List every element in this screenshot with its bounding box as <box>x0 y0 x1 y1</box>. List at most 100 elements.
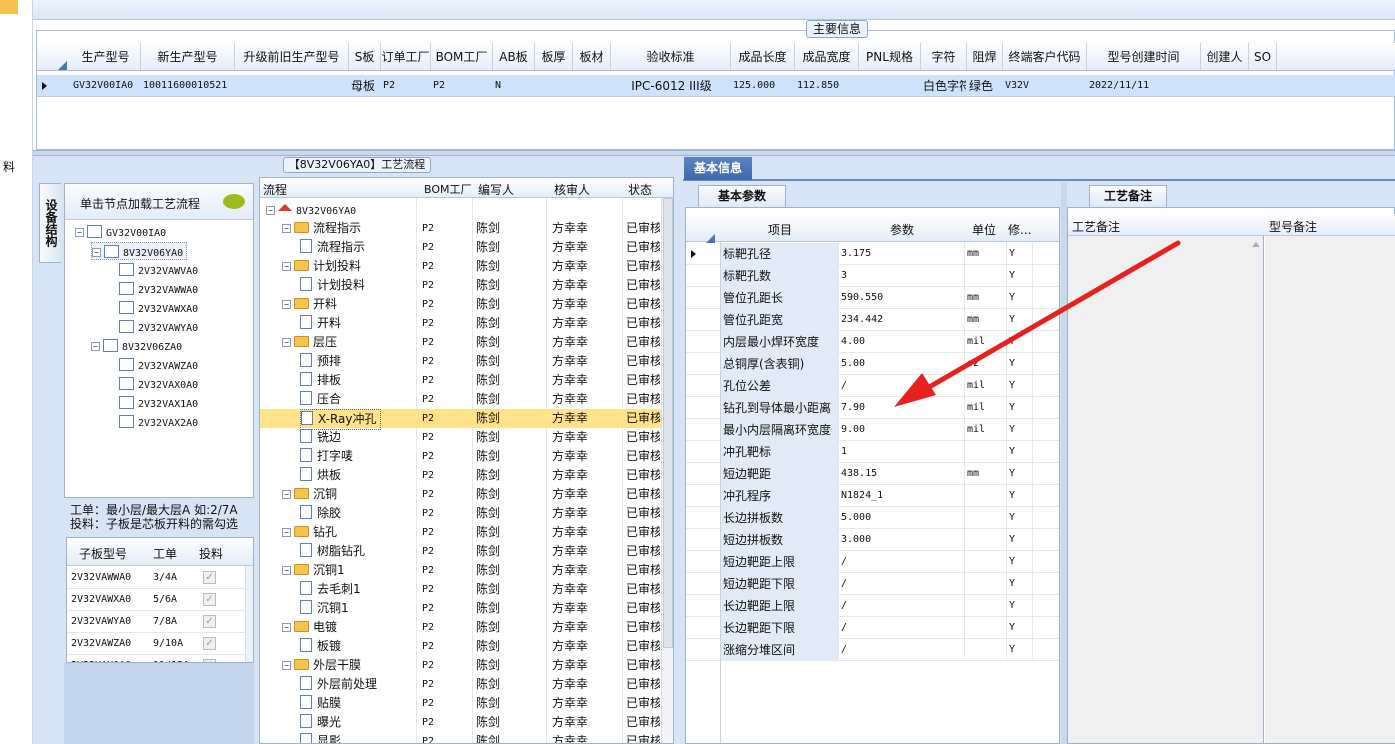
flow-row[interactable]: − 外层干膜 P2 陈剑 方幸幸 已审核 <box>260 656 661 675</box>
tab-process-remarks[interactable]: 工艺备注 <box>1089 185 1167 207</box>
flow-row[interactable]: 排板 P2 陈剑 方幸幸 已审核 <box>260 371 661 390</box>
param-row[interactable]: 涨缩分堆区间 / Y <box>686 639 1059 661</box>
collapse-icon[interactable]: − <box>91 342 100 351</box>
param-row[interactable]: 短边靶距下限 / Y <box>686 573 1059 595</box>
tree-node[interactable]: − 8V32V06YA0 <box>91 242 188 260</box>
collapse-icon[interactable]: − <box>282 490 291 499</box>
grid-row-cell[interactable]: P2 <box>383 75 430 96</box>
side-tab-device-structure[interactable]: 设备结构 <box>39 183 61 263</box>
collapse-icon[interactable]: − <box>282 224 291 233</box>
flow-row[interactable]: 去毛刺1 P2 陈剑 方幸幸 已审核 <box>260 580 661 599</box>
tree-node[interactable]: 2V32VAWWA0 <box>107 280 198 298</box>
flow-row[interactable]: − 层压 P2 陈剑 方幸幸 已审核 <box>260 333 661 352</box>
grid-header-cell[interactable]: 升级前旧生产型号 <box>235 43 349 70</box>
flow-row[interactable]: − 钻孔 P2 陈剑 方幸幸 已审核 <box>260 523 661 542</box>
tree-node[interactable]: 2V32VAWZA0 <box>107 356 198 374</box>
grid-row-cell[interactable]: 2022/11/11 <box>1089 75 1200 96</box>
collapse-icon[interactable]: − <box>282 338 291 347</box>
grid-header-cell[interactable]: 生产型号 <box>71 43 141 70</box>
flow-row[interactable]: − 开料 P2 陈剑 方幸幸 已审核 <box>260 295 661 314</box>
grid-header-cell[interactable]: SO <box>1249 43 1277 70</box>
param-row[interactable]: 短边拼板数 3.000 Y <box>686 529 1059 551</box>
collapse-icon[interactable]: − <box>282 262 291 271</box>
grid-header-cell[interactable]: 订单工厂 <box>381 43 431 70</box>
grid-row-cell[interactable]: P2 <box>433 75 492 96</box>
tree-node[interactable]: 2V32VAWYA0 <box>107 318 198 336</box>
tree-node[interactable]: 2V32VAX1A0 <box>107 394 198 412</box>
grid-header-cell[interactable]: 阻焊 <box>967 43 1003 70</box>
grid-row-cell[interactable] <box>537 75 572 96</box>
grid-row-cell[interactable] <box>575 75 610 96</box>
param-row[interactable]: 长边靶距下限 / Y <box>686 617 1059 639</box>
grid-header-cell[interactable]: 成品宽度 <box>795 43 859 70</box>
grid-header-cell[interactable]: 字符 <box>921 43 967 70</box>
grid-header-cell[interactable]: 板厚 <box>535 43 573 70</box>
sub-table-row[interactable]: 2V32VAX0A011/12A✓ <box>67 655 245 662</box>
grid-header-cell[interactable]: 型号创建时间 <box>1087 43 1201 70</box>
grid-row-cell[interactable]: 125.000 <box>733 75 794 96</box>
grid-row-cell[interactable]: 白色字符 <box>923 75 966 96</box>
remarks-model-area[interactable] <box>1265 236 1395 743</box>
feed-checkbox[interactable]: ✓ <box>203 571 216 584</box>
grid-row-cell[interactable]: IPC-6012 III级 <box>613 75 730 96</box>
flow-row[interactable]: 曝光 P2 陈剑 方幸幸 已审核 <box>260 713 661 732</box>
remarks-scroll-up-icon[interactable] <box>1252 242 1260 247</box>
grid-row-cell[interactable] <box>1203 75 1248 96</box>
grid-header-cell[interactable]: S板 <box>349 43 381 70</box>
flow-row[interactable]: 开料 P2 陈剑 方幸幸 已审核 <box>260 314 661 333</box>
sub-table-row[interactable]: 2V32VAWWA0 3/4A ✓ <box>67 567 245 589</box>
tab-basic-info[interactable]: 基本信息 <box>684 157 752 180</box>
grid-header-cell[interactable]: AB板 <box>493 43 535 70</box>
grid-row-cell[interactable] <box>237 75 348 96</box>
flow-row[interactable]: X-Ray冲孔 P2 陈剑 方幸幸 已审核 <box>260 409 661 430</box>
tab-basic-params[interactable]: 基本参数 <box>698 185 786 207</box>
collapse-icon[interactable]: − <box>282 300 291 309</box>
grid-row-cell[interactable]: V32V <box>1005 75 1086 96</box>
tree-node[interactable]: 2V32VAX0A0 <box>107 375 198 393</box>
flow-row[interactable]: 流程指示 P2 陈剑 方幸幸 已审核 <box>260 238 661 257</box>
tree-node[interactable]: 2V32VAWVA0 <box>107 261 198 279</box>
grid-header-cell[interactable]: 新生产型号 <box>141 43 235 70</box>
flow-row[interactable]: 压合 P2 陈剑 方幸幸 已审核 <box>260 390 661 409</box>
left-strip-item[interactable]: 料 <box>3 158 15 175</box>
main-info-grid-row[interactable]: GV32V00IA0 10011600010521 母板 P2 P2 N IPC-6012 … <box>37 75 1395 97</box>
param-row[interactable]: 冲孔程序 N1824_1 Y <box>686 485 1059 507</box>
collapse-icon[interactable]: − <box>282 623 291 632</box>
grid-row-cell[interactable]: GV32V00IA0 <box>73 75 140 96</box>
flow-row[interactable]: 外层前处理 P2 陈剑 方幸幸 已审核 <box>260 675 661 694</box>
grid-header-cell[interactable]: 验收标准 <box>611 43 731 70</box>
collapse-icon[interactable]: − <box>282 661 291 670</box>
collapse-icon[interactable]: − <box>266 206 275 215</box>
flow-row[interactable]: 贴膜 P2 陈剑 方幸幸 已审核 <box>260 694 661 713</box>
flow-row[interactable]: − 电镀 P2 陈剑 方幸幸 已审核 <box>260 618 661 637</box>
flow-row[interactable]: 打字唛 P2 陈剑 方幸幸 已审核 <box>260 447 661 466</box>
flow-row[interactable]: − 计划投料 P2 陈剑 方幸幸 已审核 <box>260 257 661 276</box>
param-row[interactable]: 短边靶距 438.15 mm Y <box>686 463 1059 485</box>
grid-row-cell[interactable]: 母板 <box>351 75 380 96</box>
flow-row[interactable]: − 沉铜1 P2 陈剑 方幸幸 已审核 <box>260 561 661 580</box>
flow-row[interactable]: 预排 P2 陈剑 方幸幸 已审核 <box>260 352 661 371</box>
sub-table-row[interactable]: 2V32VAWXA0 5/6A ✓ <box>67 589 245 611</box>
flow-row[interactable]: − 流程指示 P2 陈剑 方幸幸 已审核 <box>260 219 661 238</box>
grid-header-cell[interactable]: BOM工厂 <box>431 43 493 70</box>
left-strip-highlight[interactable] <box>0 0 18 14</box>
grid-header-cell[interactable]: 创建人 <box>1201 43 1249 70</box>
tree-node[interactable]: − 8V32V06ZA0 <box>91 337 182 355</box>
flow-scroll-thumb[interactable] <box>663 198 673 648</box>
grid-row-cell[interactable] <box>1251 75 1276 96</box>
grid-header-cell[interactable]: 成品长度 <box>731 43 795 70</box>
collapse-icon[interactable]: − <box>75 228 84 237</box>
param-row[interactable]: 长边拼板数 5.000 Y <box>686 507 1059 529</box>
tree-node[interactable]: − GV32V00IA0 <box>75 223 166 241</box>
grid-row-cell[interactable]: 绿色 <box>969 75 1002 96</box>
flow-row[interactable]: 树脂钻孔 P2 陈剑 方幸幸 已审核 <box>260 542 661 561</box>
flow-row[interactable]: 沉铜1 P2 陈剑 方幸幸 已审核 <box>260 599 661 618</box>
tree-node[interactable]: 2V32VAWXA0 <box>107 299 198 317</box>
grid-row-cell[interactable]: 10011600010521 <box>143 75 234 96</box>
sub-table-row[interactable]: 2V32VAWYA0 7/8A ✓ <box>67 611 245 633</box>
param-row[interactable]: 冲孔靶标 1 Y <box>686 441 1059 463</box>
collapse-icon[interactable]: − <box>282 528 291 537</box>
param-row[interactable]: 短边靶距上限 / Y <box>686 551 1059 573</box>
flow-row[interactable]: 板镀 P2 陈剑 方幸幸 已审核 <box>260 637 661 656</box>
flow-row[interactable]: 除胶 P2 陈剑 方幸幸 已审核 <box>260 504 661 523</box>
